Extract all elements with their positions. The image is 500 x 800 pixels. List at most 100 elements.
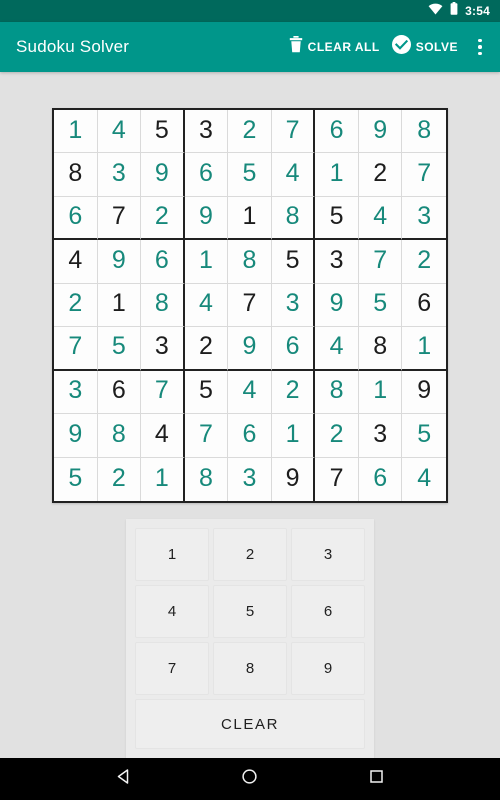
sudoku-cell[interactable]: 9 xyxy=(54,414,98,458)
keypad-clear-button[interactable]: CLEAR xyxy=(135,699,365,749)
sudoku-cell[interactable]: 7 xyxy=(271,110,316,154)
sudoku-cell[interactable]: 2 xyxy=(97,457,142,501)
sudoku-cell[interactable]: 9 xyxy=(271,457,316,501)
sudoku-cell[interactable]: 5 xyxy=(54,457,98,501)
sudoku-cell[interactable]: 2 xyxy=(184,327,229,371)
sudoku-cell[interactable]: 7 xyxy=(315,457,359,501)
keypad-key-7[interactable]: 7 xyxy=(135,642,209,695)
sudoku-cell[interactable]: 1 xyxy=(228,196,272,241)
sudoku-cell[interactable]: 5 xyxy=(97,327,142,371)
sudoku-cell[interactable]: 1 xyxy=(184,240,229,284)
app-bar: Sudoku Solver CLEAR ALL SOLVE xyxy=(0,22,500,72)
sudoku-cell[interactable]: 3 xyxy=(228,457,272,501)
sudoku-cell[interactable]: 6 xyxy=(141,240,185,284)
sudoku-cell[interactable]: 7 xyxy=(54,327,98,371)
sudoku-cell[interactable]: 6 xyxy=(184,153,229,197)
sudoku-cell[interactable]: 2 xyxy=(271,370,316,415)
sudoku-cell[interactable]: 9 xyxy=(315,283,359,328)
sudoku-cell[interactable]: 5 xyxy=(141,110,185,154)
keypad-key-3[interactable]: 3 xyxy=(291,528,365,581)
sudoku-cell[interactable]: 3 xyxy=(402,196,446,241)
keypad-key-5[interactable]: 5 xyxy=(213,585,287,638)
sudoku-cell[interactable]: 9 xyxy=(184,196,229,241)
sudoku-cell[interactable]: 3 xyxy=(184,110,229,154)
nav-recents-button[interactable] xyxy=(354,758,400,800)
sudoku-cell[interactable]: 4 xyxy=(228,370,272,415)
sudoku-cell[interactable]: 5 xyxy=(358,283,403,328)
sudoku-cell[interactable]: 6 xyxy=(271,327,316,371)
sudoku-cell[interactable]: 1 xyxy=(141,457,185,501)
keypad-key-2[interactable]: 2 xyxy=(213,528,287,581)
sudoku-cell[interactable]: 1 xyxy=(315,153,359,197)
sudoku-cell[interactable]: 2 xyxy=(141,196,185,241)
sudoku-cell[interactable]: 8 xyxy=(358,327,403,371)
sudoku-cell[interactable]: 4 xyxy=(271,153,316,197)
sudoku-cell[interactable]: 2 xyxy=(315,414,359,458)
sudoku-cell[interactable]: 8 xyxy=(315,370,359,415)
sudoku-cell[interactable]: 8 xyxy=(184,457,229,501)
sudoku-cell[interactable]: 5 xyxy=(228,153,272,197)
nav-home-button[interactable] xyxy=(227,758,273,800)
sudoku-cell[interactable]: 3 xyxy=(97,153,142,197)
sudoku-cell[interactable]: 9 xyxy=(141,153,185,197)
sudoku-cell[interactable]: 2 xyxy=(402,240,446,284)
sudoku-cell[interactable]: 5 xyxy=(402,414,446,458)
sudoku-cell[interactable]: 6 xyxy=(54,196,98,241)
sudoku-cell[interactable]: 9 xyxy=(97,240,142,284)
sudoku-cell[interactable]: 5 xyxy=(271,240,316,284)
sudoku-cell[interactable]: 1 xyxy=(54,110,98,154)
sudoku-cell[interactable]: 3 xyxy=(358,414,403,458)
sudoku-cell[interactable]: 3 xyxy=(141,327,185,371)
more-vertical-icon[interactable] xyxy=(466,30,494,64)
sudoku-cell[interactable]: 2 xyxy=(358,153,403,197)
sudoku-cell[interactable]: 7 xyxy=(402,153,446,197)
sudoku-cell[interactable]: 6 xyxy=(315,110,359,154)
clear-all-button[interactable]: CLEAR ALL xyxy=(283,30,386,64)
sudoku-cell[interactable]: 7 xyxy=(358,240,403,284)
sudoku-cell[interactable]: 4 xyxy=(141,414,185,458)
sudoku-cell[interactable]: 4 xyxy=(358,196,403,241)
keypad-key-4[interactable]: 4 xyxy=(135,585,209,638)
main-content: 1453276988396541276729185434961853722184… xyxy=(0,72,500,758)
sudoku-cell[interactable]: 9 xyxy=(228,327,272,371)
sudoku-cell[interactable]: 8 xyxy=(141,283,185,328)
sudoku-cell[interactable]: 4 xyxy=(54,240,98,284)
sudoku-cell[interactable]: 9 xyxy=(358,110,403,154)
sudoku-cell[interactable]: 8 xyxy=(97,414,142,458)
sudoku-cell[interactable]: 7 xyxy=(141,370,185,415)
sudoku-cell[interactable]: 4 xyxy=(402,457,446,501)
sudoku-cell[interactable]: 4 xyxy=(97,110,142,154)
sudoku-cell[interactable]: 1 xyxy=(358,370,403,415)
solve-button[interactable]: SOLVE xyxy=(386,29,464,65)
sudoku-cell[interactable]: 7 xyxy=(228,283,272,328)
nav-back-button[interactable] xyxy=(100,758,146,800)
sudoku-cell[interactable]: 1 xyxy=(97,283,142,328)
sudoku-cell[interactable]: 8 xyxy=(271,196,316,241)
sudoku-cell[interactable]: 5 xyxy=(315,196,359,241)
sudoku-cell[interactable]: 6 xyxy=(358,457,403,501)
sudoku-cell[interactable]: 3 xyxy=(315,240,359,284)
sudoku-grid[interactable]: 1453276988396541276729185434961853722184… xyxy=(52,108,448,503)
sudoku-cell[interactable]: 6 xyxy=(97,370,142,415)
sudoku-cell[interactable]: 7 xyxy=(184,414,229,458)
sudoku-cell[interactable]: 5 xyxy=(184,370,229,415)
sudoku-cell[interactable]: 6 xyxy=(228,414,272,458)
sudoku-cell[interactable]: 2 xyxy=(228,110,272,154)
sudoku-cell[interactable]: 4 xyxy=(184,283,229,328)
sudoku-cell[interactable]: 8 xyxy=(402,110,446,154)
sudoku-cell[interactable]: 3 xyxy=(271,283,316,328)
keypad-key-1[interactable]: 1 xyxy=(135,528,209,581)
sudoku-cell[interactable]: 1 xyxy=(271,414,316,458)
sudoku-cell[interactable]: 9 xyxy=(402,370,446,415)
keypad-key-9[interactable]: 9 xyxy=(291,642,365,695)
sudoku-cell[interactable]: 8 xyxy=(54,153,98,197)
sudoku-cell[interactable]: 1 xyxy=(402,327,446,371)
sudoku-cell[interactable]: 6 xyxy=(402,283,446,328)
sudoku-cell[interactable]: 7 xyxy=(97,196,142,241)
sudoku-cell[interactable]: 3 xyxy=(54,370,98,415)
sudoku-cell[interactable]: 4 xyxy=(315,327,359,371)
sudoku-cell[interactable]: 2 xyxy=(54,283,98,328)
keypad-key-6[interactable]: 6 xyxy=(291,585,365,638)
keypad-key-8[interactable]: 8 xyxy=(213,642,287,695)
sudoku-cell[interactable]: 8 xyxy=(228,240,272,284)
